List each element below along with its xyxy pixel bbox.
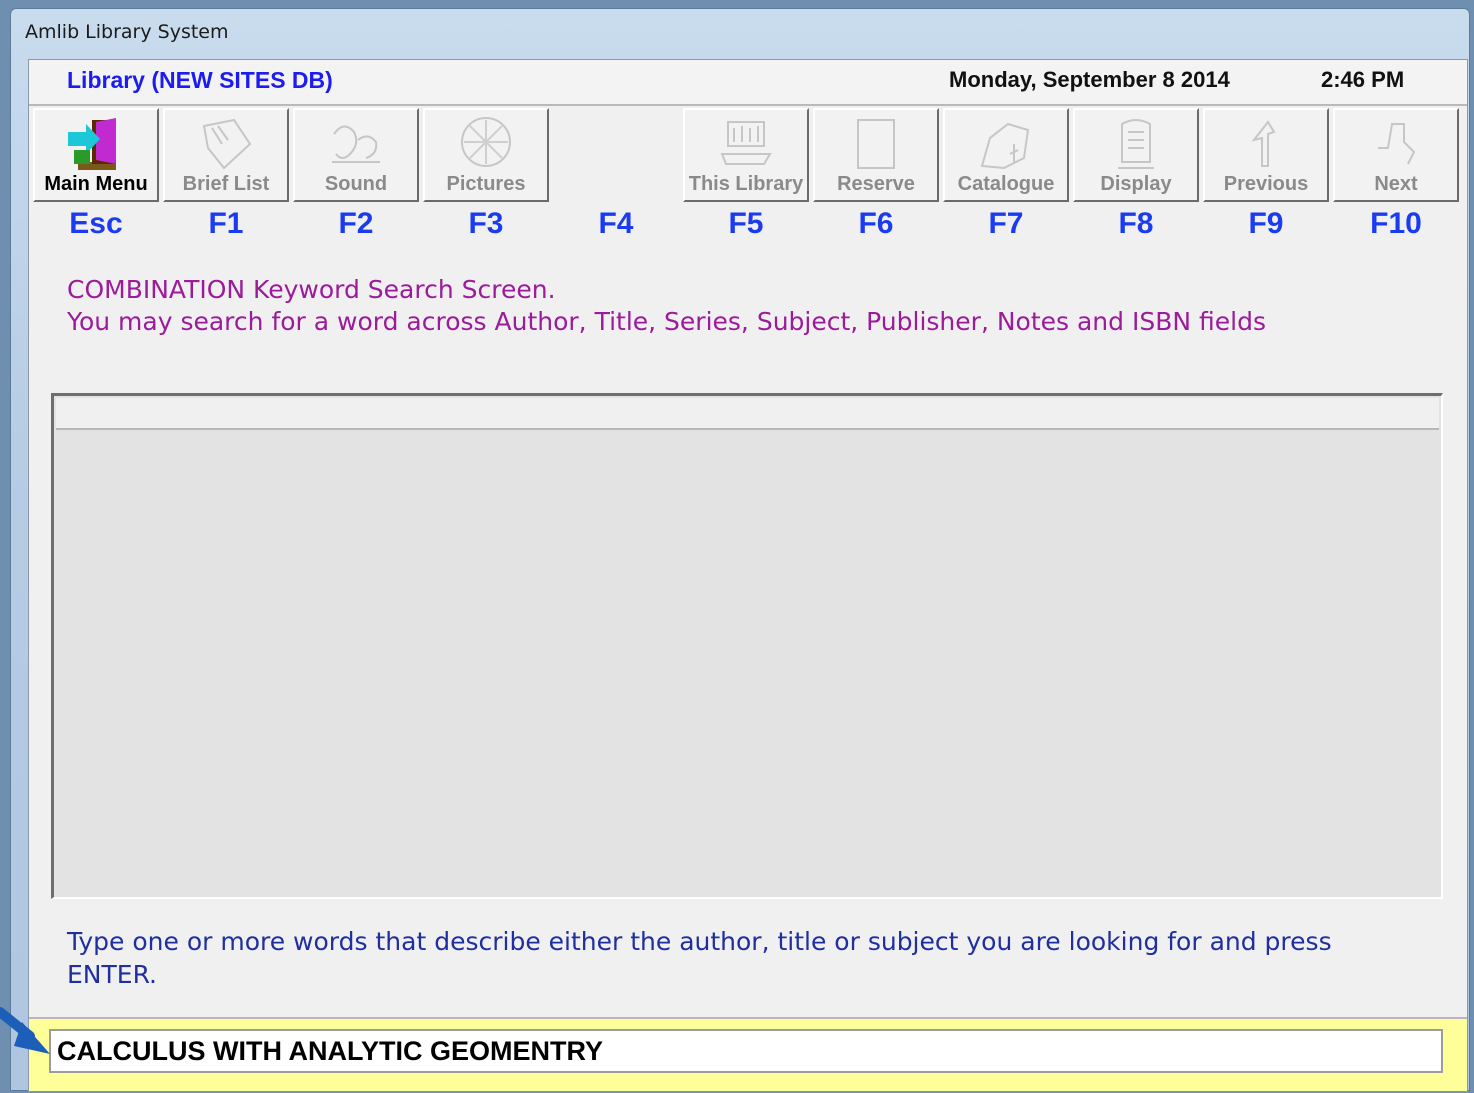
search-panel (29, 1017, 1467, 1091)
reserve-label: Reserve (837, 173, 915, 195)
fkey-f6: F6 (858, 207, 894, 240)
next-arrow-icon (1378, 123, 1416, 165)
client-area: Library (NEW SITES DB) Monday, September… (28, 59, 1468, 1092)
pictures-button[interactable]: Pictures (423, 108, 549, 202)
fkey-f10: F10 (1370, 207, 1422, 240)
display-icon (1118, 119, 1154, 169)
this-library-label: This Library (688, 173, 804, 195)
fkey-f3: F3 (468, 207, 504, 240)
window-title: Amlib Library System (25, 21, 229, 43)
fkey-f8: F8 (1118, 207, 1154, 240)
pointer-arrow-icon (0, 1007, 50, 1054)
this-library-icon (720, 121, 772, 165)
reserve-button[interactable]: Reserve (813, 108, 939, 202)
previous-arrow-icon (1251, 120, 1276, 167)
reserve-icon (857, 119, 895, 169)
current-date: Monday, September 8 2014 (949, 67, 1230, 92)
next-label: Next (1374, 173, 1418, 195)
previous-label: Previous (1223, 173, 1309, 195)
fkey-f2: F2 (338, 207, 374, 240)
search-instructions: Type one or more words that describe eit… (67, 927, 1332, 989)
brief-list-icon (202, 118, 252, 170)
previous-button[interactable]: Previous (1203, 108, 1329, 202)
results-list[interactable] (51, 393, 1443, 899)
pictures-label: Pictures (446, 173, 526, 195)
fkey-f7: F7 (988, 207, 1024, 240)
catalogue-icon (980, 122, 1030, 170)
catalogue-label: Catalogue (957, 173, 1055, 195)
fkey-f4: F4 (598, 207, 634, 240)
app-window: Amlib Library System Library (NEW SITES … (10, 8, 1470, 1092)
display-label: Display (1100, 173, 1172, 195)
main-menu-button[interactable]: Main Menu (33, 108, 159, 202)
brief-list-button[interactable]: Brief List (163, 108, 289, 202)
sound-icon (332, 125, 380, 163)
fkey-f1: F1 (208, 207, 244, 240)
sound-label: Sound (324, 173, 388, 195)
library-name: Library (NEW SITES DB) (67, 67, 333, 93)
pictures-icon (461, 117, 511, 167)
current-time: 2:46 PM (1321, 67, 1405, 92)
fkey-f5: F5 (728, 207, 764, 240)
results-header (56, 398, 1439, 430)
status-bar: Library (NEW SITES DB) Monday, September… (29, 60, 1467, 106)
f4-empty-slot (553, 108, 679, 202)
brief-list-label: Brief List (182, 173, 270, 195)
display-button[interactable]: Display (1073, 108, 1199, 202)
search-input[interactable] (49, 1029, 1443, 1073)
this-library-button[interactable]: This Library (683, 108, 809, 202)
next-button[interactable]: Next (1333, 108, 1459, 202)
fkey-f9: F9 (1248, 207, 1284, 240)
main-menu-label: Main Menu (44, 173, 148, 195)
fkey-esc: Esc (69, 207, 123, 240)
exit-door-icon (68, 118, 116, 170)
screen-description: COMBINATION Keyword Search Screen. You m… (67, 274, 1367, 338)
sound-button[interactable]: Sound (293, 108, 419, 202)
catalogue-button[interactable]: Catalogue (943, 108, 1069, 202)
screen-heading: COMBINATION Keyword Search Screen. (67, 275, 556, 304)
screen-subheading: You may search for a word across Author,… (67, 307, 1266, 336)
function-toolbar: Main Menu Esc Brief List F1 Sound F2 Pic… (29, 107, 1467, 240)
